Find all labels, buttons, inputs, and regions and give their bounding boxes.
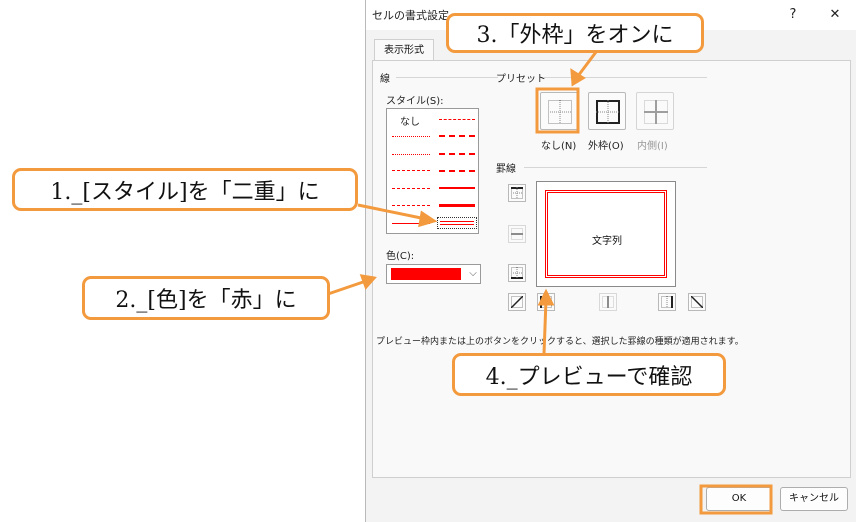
style-dash-dot-dot[interactable]: [392, 170, 430, 171]
color-swatch: [391, 268, 461, 280]
style-thin[interactable]: [392, 223, 430, 224]
help-button[interactable]: ?: [780, 4, 806, 26]
preset-inside-label: 内側(I): [637, 141, 668, 152]
preset-none-icon: [548, 100, 572, 124]
style-none-option[interactable]: なし: [400, 113, 420, 128]
border-top-button[interactable]: [508, 184, 526, 202]
preset-none-label: なし(N): [541, 141, 577, 152]
preview-text: 文字列: [592, 236, 622, 247]
style-medium-dash-dot[interactable]: [439, 153, 475, 155]
preset-none-button[interactable]: [540, 92, 578, 130]
close-button[interactable]: ✕: [822, 4, 848, 26]
format-cells-dialog: セルの書式設定 ? ✕ 表示形式 線 スタイル(S): なし 色(C): ⌵ プ…: [365, 0, 856, 522]
border-diagonal-up-icon: [511, 296, 523, 308]
border-inside-horizontal-icon: [511, 228, 523, 240]
border-section-divider: [524, 167, 707, 168]
preset-section-divider: [544, 77, 707, 78]
hint-text: プレビュー枠内または上のボタンをクリックすると、選択した罫線の種類が適用されます…: [376, 337, 744, 347]
style-dotted[interactable]: [392, 154, 430, 155]
style-double-selected[interactable]: [437, 217, 477, 229]
preset-outline-button[interactable]: [588, 92, 626, 130]
border-inside-vertical-icon: [602, 296, 614, 308]
border-bottom-button[interactable]: [508, 264, 526, 282]
preset-outline-icon: [596, 100, 620, 124]
border-diagonal-up-button[interactable]: [508, 293, 526, 311]
border-right-icon: [661, 296, 673, 308]
preset-section-label: プリセット: [496, 74, 546, 85]
preset-inside-icon: [644, 100, 668, 124]
style-thick[interactable]: [439, 204, 475, 207]
border-left-button[interactable]: [537, 293, 555, 311]
style-medium-dashed[interactable]: [439, 170, 475, 172]
border-bottom-icon: [511, 267, 523, 279]
callout-step3: 3.「外枠」をオンに: [446, 13, 704, 53]
cancel-button[interactable]: キャンセル: [780, 487, 848, 511]
style-hair[interactable]: [392, 136, 430, 137]
chevron-down-icon: ⌵: [469, 268, 477, 279]
border-diagonal-down-icon: [691, 296, 703, 308]
preset-inside-button[interactable]: [636, 92, 674, 130]
border-diagonal-down-button[interactable]: [688, 293, 706, 311]
style-slant-dash-dot[interactable]: [439, 135, 475, 137]
style-medium[interactable]: [439, 187, 475, 189]
border-section-label: 罫線: [496, 164, 516, 175]
line-style-list[interactable]: なし: [386, 108, 479, 234]
callout-step4: 4._プレビューで確認: [452, 353, 726, 396]
tab-display-format[interactable]: 表示形式: [374, 39, 434, 61]
callout-step1: 1._[スタイル]を「二重」に: [12, 168, 358, 211]
style-dashed[interactable]: [392, 205, 430, 206]
line-section-label: 線: [380, 74, 390, 85]
color-label: 色(C):: [386, 251, 415, 262]
preset-outline-label: 外枠(O): [588, 141, 624, 152]
ok-button[interactable]: OK: [706, 487, 772, 511]
color-dropdown[interactable]: ⌵: [386, 264, 481, 284]
style-medium-dash-dot-dot[interactable]: [439, 119, 475, 120]
border-left-icon: [540, 296, 552, 308]
border-inside-vertical-button[interactable]: [599, 293, 617, 311]
border-inside-horizontal-button[interactable]: [508, 225, 526, 243]
style-dash-dot[interactable]: [392, 188, 430, 189]
border-preview[interactable]: 文字列: [536, 181, 676, 287]
line-section-divider: [396, 77, 498, 78]
border-top-icon: [511, 187, 523, 199]
dialog-title: セルの書式設定: [372, 9, 449, 22]
callout-step2: 2._[色]を「赤」に: [82, 276, 330, 320]
style-label: スタイル(S):: [386, 96, 444, 107]
border-right-button[interactable]: [658, 293, 676, 311]
